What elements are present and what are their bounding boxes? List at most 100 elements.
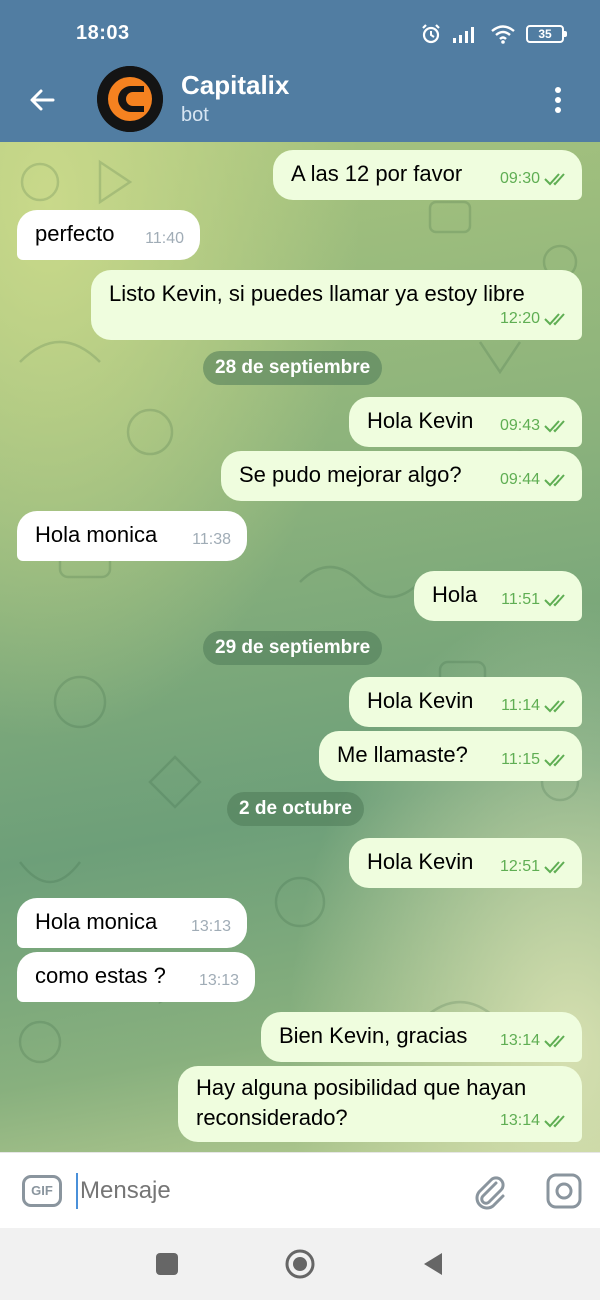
date-separator: 28 de septiembre (203, 351, 383, 385)
message-input-bar: GIF (0, 1152, 600, 1228)
message-meta: 09:44 (500, 466, 570, 494)
message-text: como estas ? (35, 963, 166, 988)
message-bubble-incoming[interactable]: como estas ? 13:13 (17, 952, 255, 1002)
arrow-left-icon (30, 89, 55, 111)
message-bubble-incoming[interactable]: perfecto 11:40 (17, 210, 200, 260)
message-text: perfecto (35, 221, 115, 246)
message-meta: 13:13 (199, 967, 239, 995)
double-check-icon (544, 420, 565, 433)
message-meta: 13:14 (500, 1027, 570, 1055)
back-button[interactable] (22, 80, 62, 120)
message-meta: 11:40 (145, 225, 184, 253)
message-text: Me llamaste? (337, 742, 468, 767)
message-bubble-incoming[interactable]: Hola monica 11:38 (17, 511, 247, 561)
message-time: 12:51 (499, 858, 540, 875)
message-time: 11:51 (501, 591, 540, 608)
message-text: Hola monica (35, 522, 158, 547)
chat-subtitle: bot (181, 104, 209, 126)
double-check-icon (544, 861, 565, 874)
message-meta: 09:30 (500, 165, 570, 193)
more-menu-button[interactable] (538, 80, 578, 120)
message-text: Listo Kevin, si puedes llamar ya estoy l… (109, 281, 525, 306)
double-check-icon (544, 1035, 565, 1048)
gif-label: GIF (31, 1183, 53, 1198)
message-meta: 11:38 (192, 526, 231, 554)
message-text: A las 12 por favor (291, 161, 463, 186)
text-caret (76, 1173, 78, 1209)
message-bubble-outgoing[interactable]: Bien Kevin, gracias 13:14 (261, 1012, 582, 1062)
message-input[interactable] (80, 1171, 440, 1211)
message-text: Hola Kevin (367, 849, 474, 874)
signal-icon (453, 27, 474, 43)
wifi-icon (491, 25, 515, 44)
message-time: 13:14 (499, 1112, 540, 1129)
double-check-icon (544, 594, 565, 607)
message-meta: 11:51 (501, 586, 570, 614)
message-bubble-outgoing[interactable]: Listo Kevin, si puedes llamar ya estoy l… (91, 270, 582, 340)
double-check-icon (544, 474, 565, 487)
double-check-icon (544, 313, 565, 326)
message-time: 13:13 (190, 918, 231, 935)
battery-icon: 35 (526, 25, 567, 43)
message-meta: 12:20 (500, 305, 570, 333)
message-text: Hola monica (35, 909, 158, 934)
status-icons: 35 (420, 22, 567, 46)
message-time: 11:14 (501, 697, 540, 714)
message-bubble-outgoing[interactable]: Hola Kevin 11:14 (349, 677, 582, 727)
message-bubble-outgoing[interactable]: Hola Kevin 12:51 (349, 838, 582, 888)
message-meta: 13:13 (191, 913, 231, 941)
alarm-icon (422, 24, 440, 44)
double-check-icon (544, 1115, 565, 1128)
chat-area[interactable]: A las 12 por favor 09:30 perfecto 11:40 … (0, 142, 600, 1152)
more-vertical-icon (555, 87, 561, 113)
date-separator: 29 de septiembre (203, 631, 383, 665)
message-time: 09:44 (499, 471, 540, 488)
message-text-line-2: reconsiderado? (196, 1105, 348, 1130)
message-bubble-outgoing[interactable]: Hola 11:51 (414, 571, 582, 621)
camera-icon (546, 1173, 582, 1209)
message-text-line-1: Hay alguna posibilidad que hayan (196, 1075, 527, 1100)
recent-apps-button[interactable] (156, 1253, 178, 1275)
message-bubble-outgoing[interactable]: Hola Kevin 09:43 (349, 397, 582, 447)
home-button[interactable] (284, 1248, 316, 1280)
message-time: 13:14 (499, 1032, 540, 1049)
message-meta: 11:14 (501, 692, 570, 720)
message-time: 12:20 (499, 310, 540, 327)
attach-button[interactable] (470, 1171, 510, 1211)
date-separator: 2 de octubre (227, 792, 364, 826)
message-meta: 12:51 (500, 853, 570, 881)
system-nav-bar (0, 1228, 600, 1300)
paperclip-icon (475, 1176, 505, 1210)
message-time: 09:43 (499, 417, 540, 434)
message-bubble-outgoing[interactable]: Hay alguna posibilidad que hayan reconsi… (178, 1066, 582, 1142)
message-text: Hola Kevin (367, 688, 474, 713)
message-time: 11:40 (145, 230, 184, 247)
message-time: 09:30 (499, 170, 540, 187)
back-triangle-button[interactable] (420, 1250, 448, 1278)
gif-button[interactable]: GIF (22, 1175, 62, 1207)
status-time: 18:03 (76, 22, 130, 44)
chat-header: Capitalix bot (0, 62, 600, 142)
double-check-icon (544, 754, 565, 767)
message-time: 13:13 (198, 972, 239, 989)
message-time: 11:15 (501, 751, 540, 768)
message-meta: 09:43 (500, 412, 570, 440)
message-text: Hola Kevin (367, 408, 474, 433)
double-check-icon (544, 700, 565, 713)
capitalix-logo-icon (97, 66, 163, 132)
message-bubble-outgoing[interactable]: Me llamaste? 11:15 (319, 731, 582, 781)
message-text: Bien Kevin, gracias (279, 1023, 468, 1048)
chat-title[interactable]: Capitalix (181, 70, 289, 101)
message-time: 11:38 (192, 531, 231, 548)
double-check-icon (544, 173, 565, 186)
message-text: Se pudo mejorar algo? (239, 462, 462, 487)
message-bubble-incoming[interactable]: Hola monica 13:13 (17, 898, 247, 948)
camera-button[interactable] (544, 1171, 584, 1211)
avatar[interactable] (97, 66, 163, 132)
message-bubble-outgoing[interactable]: Se pudo mejorar algo? 09:44 (221, 451, 582, 501)
battery-level: 35 (538, 27, 552, 41)
status-bar: 18:03 35 (0, 0, 600, 62)
message-meta: 11:15 (501, 746, 570, 774)
message-meta: 13:14 (500, 1107, 570, 1135)
message-bubble-outgoing[interactable]: A las 12 por favor 09:30 (273, 150, 582, 200)
